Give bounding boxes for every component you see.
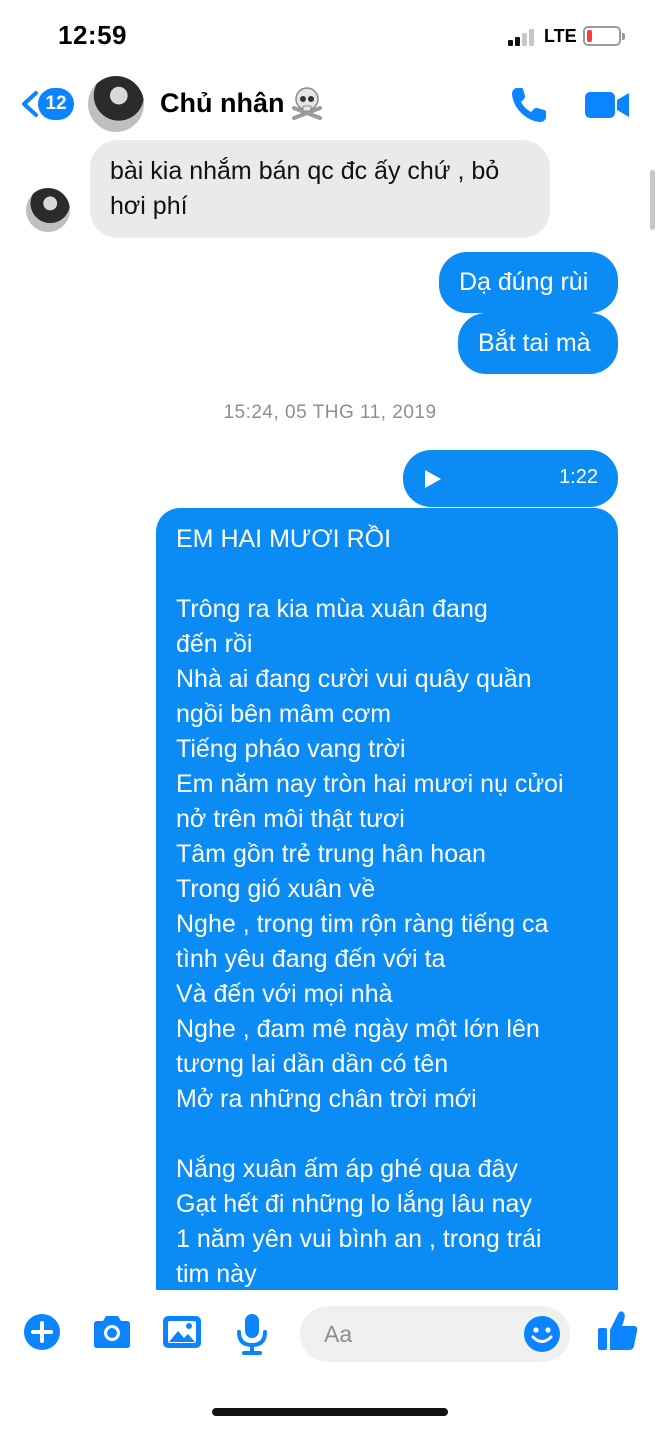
lyric-line: Nghe , trong tim rộn ràng tiếng ca xyxy=(176,910,549,938)
video-camera-icon[interactable] xyxy=(584,88,630,122)
audio-message[interactable]: 1:22 xyxy=(403,450,618,507)
play-icon[interactable] xyxy=(425,470,441,488)
lyric-line: Tâm gồn trẻ trung hân hoan xyxy=(176,840,486,868)
microphone-icon[interactable] xyxy=(232,1312,272,1356)
contact-name[interactable]: Chủ nhân xyxy=(160,88,284,119)
home-indicator[interactable] xyxy=(212,1408,448,1416)
plus-circle-icon[interactable] xyxy=(22,1312,62,1352)
message-timestamp: 15:24, 05 THG 11, 2019 xyxy=(223,402,437,423)
message-composer xyxy=(0,1290,660,1429)
signal-strength-icon xyxy=(508,28,542,46)
lyric-line: ngồi bên mâm cơm xyxy=(176,700,392,728)
lyric-line: Nắng xuân ấm áp ghé qua đây xyxy=(176,1155,518,1183)
lyric-line: tương lai dần dần có tên xyxy=(176,1050,449,1078)
chat-header: 12 Chủ nhân xyxy=(0,70,660,140)
scrollbar[interactable] xyxy=(650,170,655,230)
thumbs-up-icon[interactable] xyxy=(596,1308,640,1354)
lyric-line: Và đến với mọi nhà xyxy=(176,980,393,1008)
incoming-message[interactable]: bài kia nhắm bán qc đc ấy chứ , bỏ hơi p… xyxy=(90,140,550,238)
battery-icon xyxy=(583,26,625,46)
lyric-line: đến rồi xyxy=(176,630,253,658)
lyric-line: nở trên môi thật tươi xyxy=(176,805,405,833)
phone-icon[interactable] xyxy=(508,84,550,126)
contact-avatar[interactable] xyxy=(88,76,144,132)
status-time: 12:59 xyxy=(58,20,127,50)
outgoing-message[interactable]: Bắt tai mà xyxy=(458,313,618,374)
lyric-line: 1 năm yên vui bình an , trong trái xyxy=(176,1225,542,1253)
lyric-line: Mở ra những chân trời mới xyxy=(176,1085,477,1113)
lyric-line: tim này xyxy=(176,1260,257,1288)
audio-duration: 1:22 xyxy=(559,466,598,488)
back-button[interactable]: 12 xyxy=(18,86,78,122)
outgoing-message[interactable]: Dạ đúng rùi xyxy=(439,252,618,313)
lyric-line: Nhà ai đang cười vui quây quần xyxy=(176,665,532,693)
unread-count-badge: 12 xyxy=(38,88,74,120)
lyric-line: Trong gió xuân về xyxy=(176,875,376,903)
lyric-line: Tiếng pháo vang trời xyxy=(176,735,406,763)
network-type: LTE xyxy=(544,26,577,46)
lyric-line: Nghe , đam mê ngày một lớn lên xyxy=(176,1015,540,1043)
lyric-line: Trông ra kia mùa xuân đang xyxy=(176,595,488,623)
camera-icon[interactable] xyxy=(90,1312,134,1352)
smiley-icon[interactable] xyxy=(522,1314,562,1354)
lyric-line: Em năm nay tròn hai mươi nụ cửoi xyxy=(176,770,564,798)
lyric-line: tình yêu đang đến với ta xyxy=(176,945,446,973)
sender-avatar[interactable] xyxy=(26,188,70,232)
skull-crossbones-icon xyxy=(292,87,322,120)
lyric-line: Gạt hết đi những lo lắng lâu nay xyxy=(176,1190,532,1218)
lyric-line: EM HAI MƯƠI RỒI xyxy=(176,525,392,553)
outgoing-message-lyrics[interactable]: EM HAI MƯƠI RỒI Trông ra kia mùa xuân đa… xyxy=(156,508,618,1308)
status-bar: 12:59 LTE xyxy=(0,0,660,70)
image-icon[interactable] xyxy=(160,1312,204,1352)
